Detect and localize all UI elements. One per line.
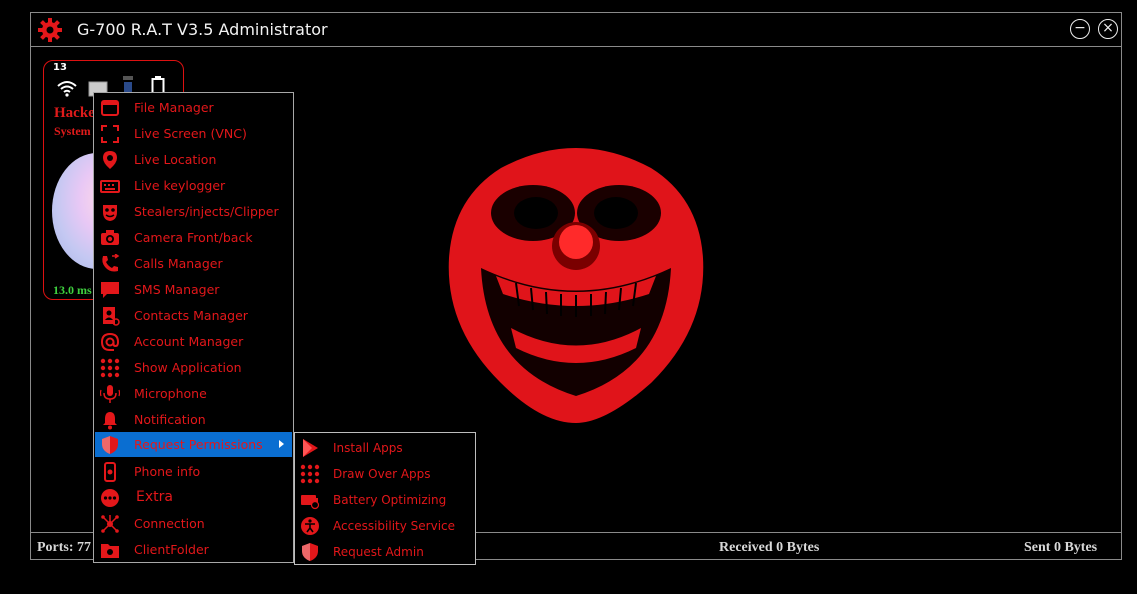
submenu-arrow-icon	[279, 440, 284, 448]
menu-item-request-permissions[interactable]: Request Permissions	[95, 432, 292, 457]
menu-item-file-manager[interactable]: File Manager	[95, 95, 292, 120]
at-sign-icon	[100, 332, 120, 351]
clown-face-logo	[448, 148, 704, 423]
wifi-icon	[57, 81, 77, 97]
received-status: Received 0 Bytes	[719, 540, 820, 555]
accessibility-icon	[301, 517, 319, 535]
menu-item-camera[interactable]: Camera Front/back	[95, 225, 292, 250]
contacts-icon	[103, 307, 120, 326]
sms-icon	[101, 282, 119, 298]
menu-label: Phone info	[134, 464, 201, 479]
client-system: System	[54, 124, 91, 138]
shield-icon	[302, 543, 318, 561]
permissions-submenu: Install Apps Draw Over Apps Battery Opti…	[294, 432, 476, 565]
submenu-item-install-apps[interactable]: Install Apps	[296, 435, 474, 460]
menu-item-connection[interactable]: Connection	[95, 511, 292, 536]
submenu-item-accessibility-service[interactable]: Accessibility Service	[296, 513, 474, 538]
submenu-item-request-admin[interactable]: Request Admin	[296, 539, 474, 564]
menu-item-contacts-manager[interactable]: Contacts Manager	[95, 303, 292, 328]
menu-item-calls-manager[interactable]: Calls Manager	[95, 251, 292, 276]
menu-label: Camera Front/back	[134, 230, 253, 245]
menu-label: Contacts Manager	[134, 308, 248, 323]
menu-item-client-folder[interactable]: ClientFolder	[95, 537, 292, 562]
menu-label: Live Screen (VNC)	[134, 126, 247, 141]
menu-label: Live Location	[134, 152, 217, 167]
keyboard-icon	[100, 180, 120, 193]
menu-label: Show Application	[134, 360, 242, 375]
more-icon	[101, 489, 119, 507]
location-pin-icon	[103, 151, 117, 169]
mask-icon	[103, 205, 117, 221]
close-button[interactable]: ×	[1098, 19, 1118, 39]
menu-item-live-screen[interactable]: Live Screen (VNC)	[95, 121, 292, 146]
submenu-item-draw-over-apps[interactable]: Draw Over Apps	[296, 461, 474, 486]
menu-label: File Manager	[134, 100, 214, 115]
submenu-label: Request Admin	[333, 545, 424, 559]
submenu-item-battery-optimizing[interactable]: Battery Optimizing	[296, 487, 474, 512]
fullscreen-icon	[101, 125, 119, 143]
phone-info-icon	[104, 462, 116, 482]
menu-item-stealers[interactable]: Stealers/injects/Clipper	[95, 199, 292, 224]
ports-status: Ports: 77	[37, 540, 92, 555]
context-menu: File Manager Live Screen (VNC) Live Loca…	[93, 92, 294, 563]
client-ping: 13.0 ms	[53, 283, 92, 297]
gear-icon	[38, 18, 62, 42]
menu-label: Request Permissions	[134, 437, 263, 452]
menu-item-microphone[interactable]: Microphone	[95, 381, 292, 406]
folder-icon	[101, 544, 119, 558]
phone-call-icon	[102, 254, 120, 272]
menu-item-live-keylogger[interactable]: Live keylogger	[95, 173, 292, 198]
menu-label: SMS Manager	[134, 282, 220, 297]
client-name: Hacke	[54, 105, 95, 121]
menu-item-extra[interactable]: Extra	[95, 485, 292, 510]
menu-label: Live keylogger	[134, 178, 226, 193]
menu-label: Connection	[134, 516, 205, 531]
bell-icon	[103, 412, 117, 430]
menu-label: Account Manager	[134, 334, 244, 349]
title-bar: G-700 R.A.T V3.5 Administrator − ×	[31, 13, 1121, 47]
microphone-icon	[100, 385, 120, 403]
file-manager-icon	[101, 100, 119, 116]
menu-item-sms-manager[interactable]: SMS Manager	[95, 277, 292, 302]
play-store-icon	[303, 439, 318, 457]
submenu-label: Battery Optimizing	[333, 493, 447, 507]
shield-icon	[102, 436, 118, 454]
window-title: G-700 R.A.T V3.5 Administrator	[77, 20, 328, 39]
submenu-label: Draw Over Apps	[333, 467, 431, 481]
menu-item-account-manager[interactable]: Account Manager	[95, 329, 292, 354]
menu-item-live-location[interactable]: Live Location	[95, 147, 292, 172]
menu-label: Notification	[134, 412, 206, 427]
sent-status: Sent 0 Bytes	[1024, 540, 1098, 555]
camera-icon	[101, 230, 119, 245]
menu-item-show-application[interactable]: Show Application	[95, 355, 292, 380]
submenu-label: Accessibility Service	[333, 519, 456, 533]
app-grid-icon	[300, 464, 320, 484]
battery-icon	[301, 495, 320, 510]
menu-item-phone-info[interactable]: Phone info	[95, 459, 292, 484]
menu-label: Calls Manager	[134, 256, 223, 271]
connection-icon	[101, 515, 119, 533]
minimize-button[interactable]: −	[1070, 19, 1090, 39]
client-number: 13	[53, 62, 67, 73]
menu-label: Extra	[136, 489, 173, 505]
app-grid-icon	[100, 358, 120, 378]
menu-label: Stealers/injects/Clipper	[134, 204, 279, 219]
submenu-label: Install Apps	[333, 441, 403, 455]
menu-label: Microphone	[134, 386, 207, 401]
menu-item-notification[interactable]: Notification	[95, 407, 292, 432]
menu-label: ClientFolder	[134, 542, 209, 557]
